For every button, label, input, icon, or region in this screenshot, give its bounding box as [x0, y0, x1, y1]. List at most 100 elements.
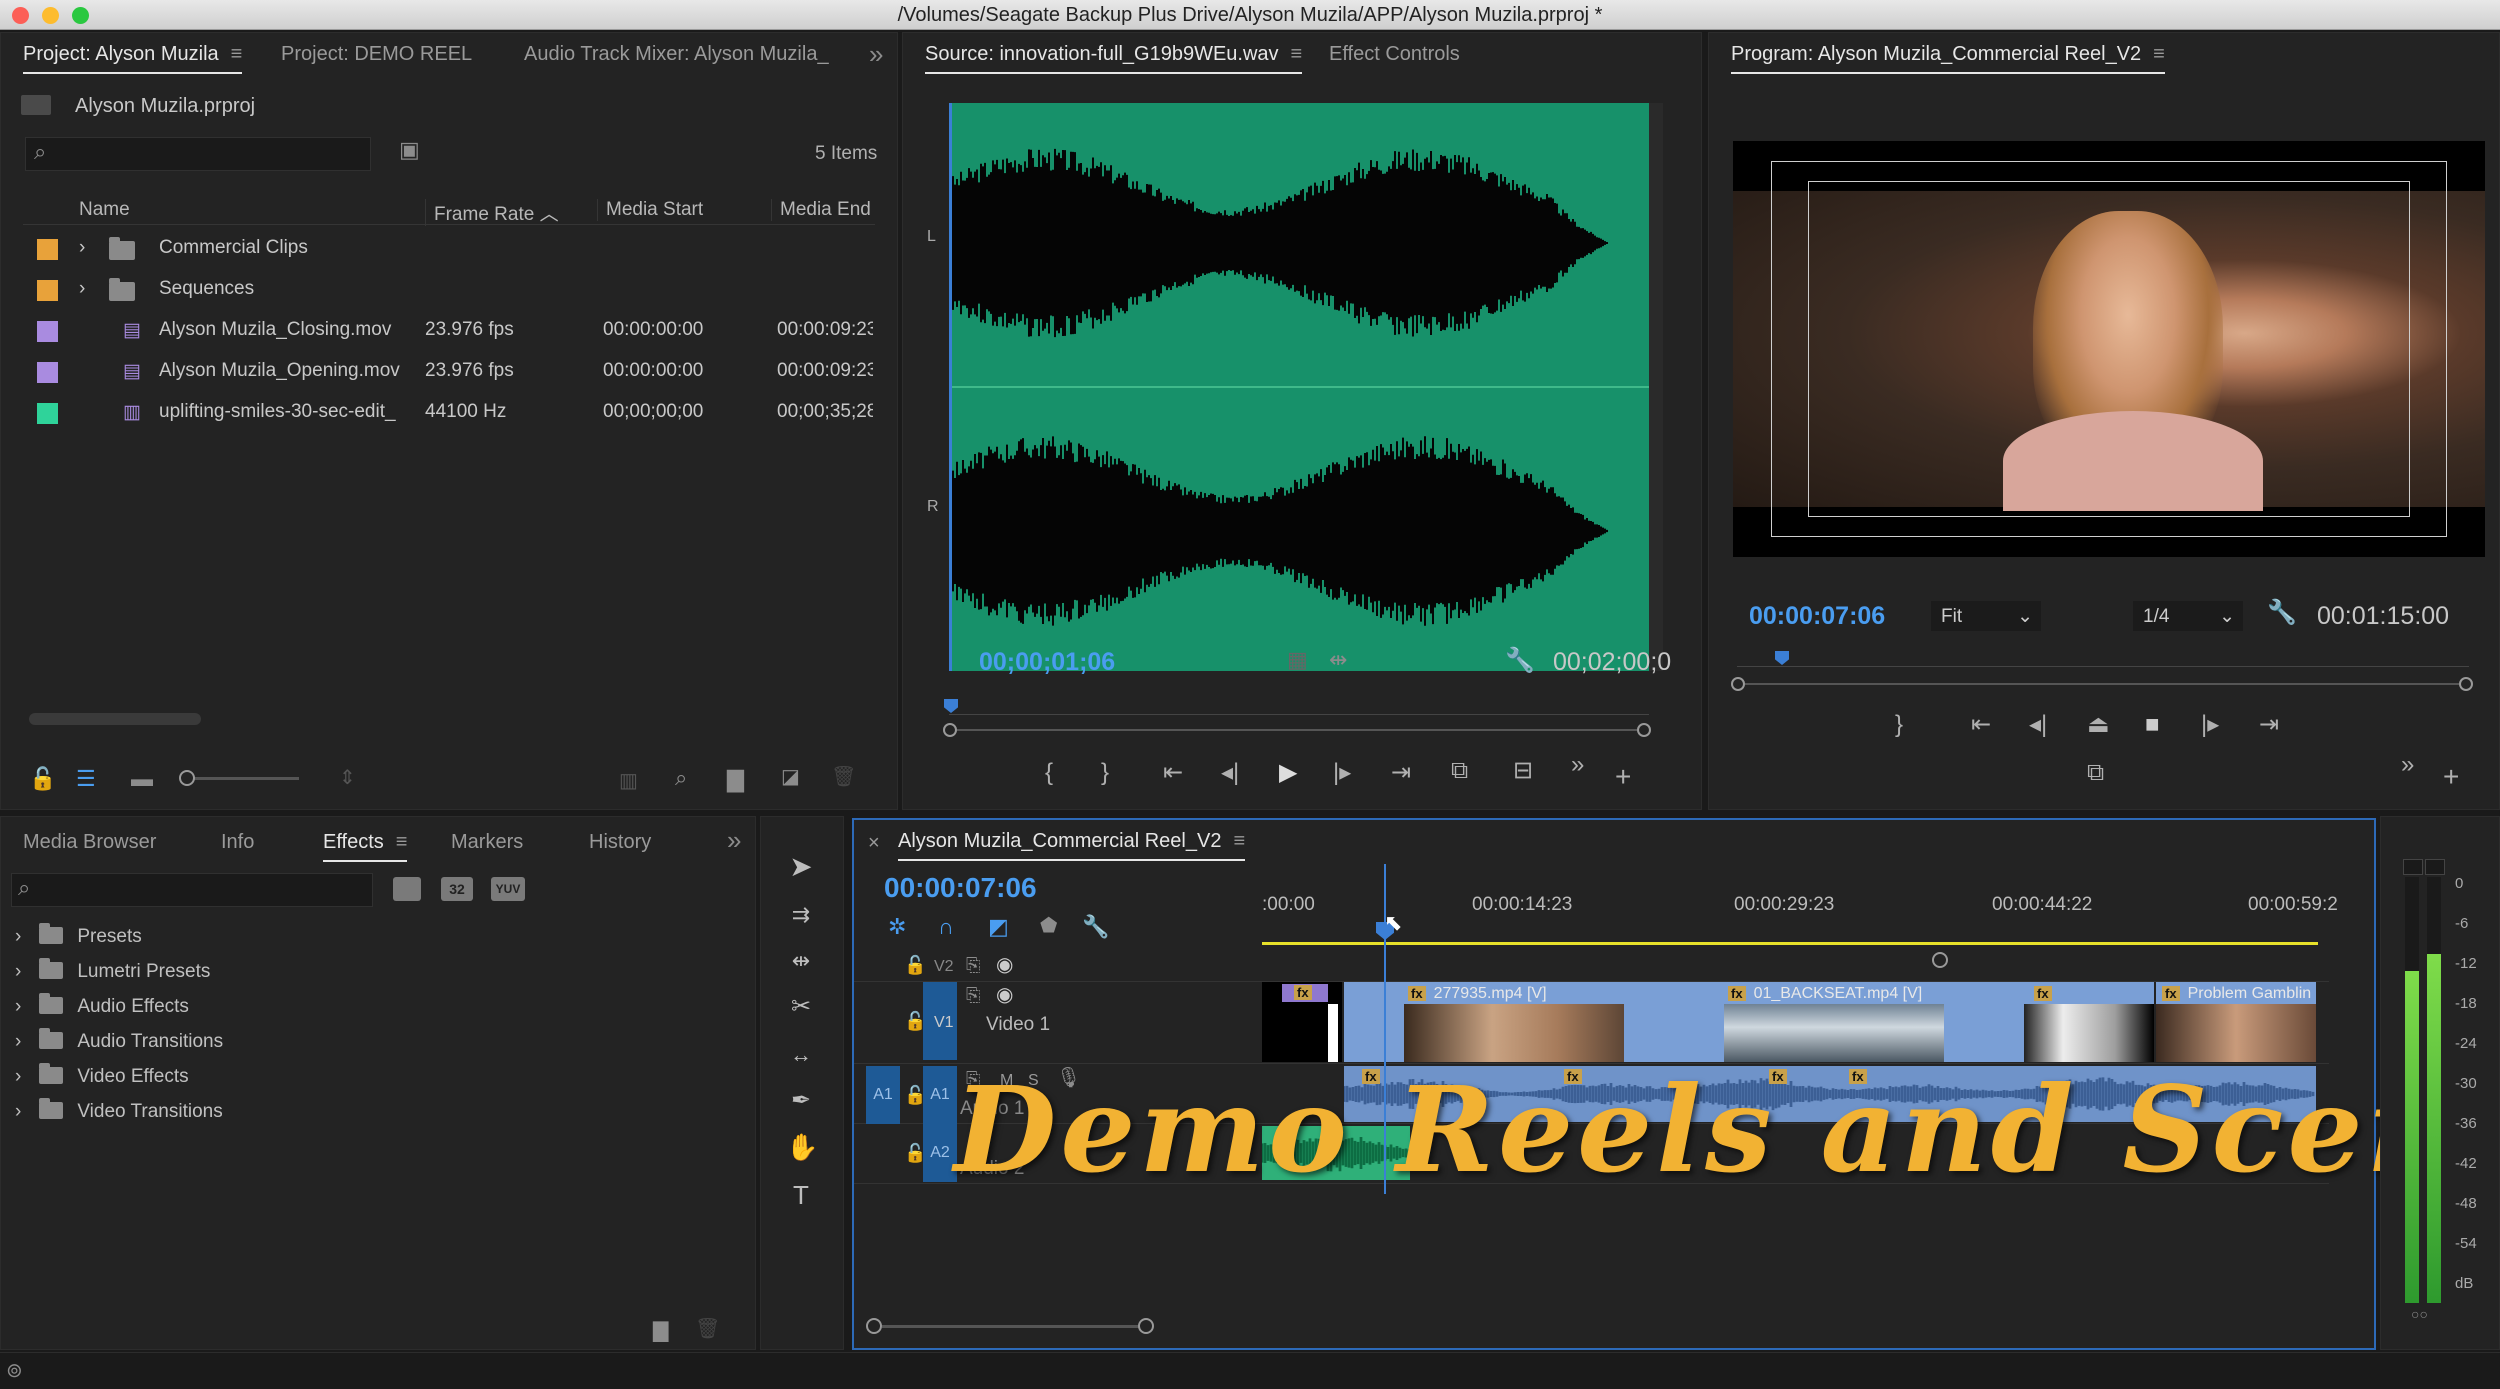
zoom-level-select[interactable]: Fit ⌄: [1931, 601, 2041, 631]
tab-audio-track-mixer[interactable]: Audio Track Mixer: Alyson Muzila_C: [524, 43, 829, 66]
source-zoom-start-handle[interactable]: [943, 723, 957, 737]
source-zoom-bar[interactable]: [957, 729, 1637, 731]
project-item-row[interactable]: ▥ uplifting-smiles-30-sec-edit_ 44100 Hz 00…: [23, 391, 875, 432]
disclosure-triangle-icon[interactable]: ›: [15, 1101, 21, 1122]
sync-lock-icon[interactable]: ⎘: [966, 986, 980, 1004]
ripple-edit-tool-icon[interactable]: ⇹: [786, 946, 816, 976]
solo-meter-buttons[interactable]: ○○: [2411, 1307, 2428, 1321]
go-to-in-button[interactable]: ⇤: [1971, 713, 1991, 737]
track-a1-target[interactable]: A1: [923, 1066, 957, 1124]
more-panels-icon[interactable]: »: [727, 827, 741, 853]
waveform-scrollbar[interactable]: [1649, 103, 1663, 671]
clip-indicator-left[interactable]: [2403, 859, 2423, 875]
source-patch-a1[interactable]: A1: [866, 1066, 900, 1124]
disclosure-triangle-icon[interactable]: ›: [79, 278, 85, 300]
source-playhead[interactable]: [949, 103, 952, 671]
program-time-ruler[interactable]: [1737, 651, 2469, 667]
label-color-swatch[interactable]: [37, 280, 58, 301]
tab-history[interactable]: History: [589, 831, 651, 854]
mark-out-button[interactable]: }: [1101, 761, 1109, 785]
video-clip[interactable]: fx 277935.mp4 [V] fx 01_BACKSEAT.mp4 [V] f…: [1344, 982, 2154, 1062]
timeline-zoom-start-handle[interactable]: [866, 1318, 882, 1334]
column-media-start[interactable]: Media Start: [597, 199, 703, 221]
zoom-slider-handle[interactable]: [179, 770, 195, 786]
go-to-out-button[interactable]: ⇥: [1391, 761, 1411, 785]
sync-lock-icon[interactable]: ⎘: [966, 956, 980, 974]
effects-search-input[interactable]: ⌕: [11, 873, 373, 907]
button-editor-plus-icon[interactable]: +: [1615, 763, 1631, 791]
video-clip[interactable]: fx: [1262, 982, 1342, 1062]
go-to-in-button[interactable]: ⇤: [1163, 761, 1183, 785]
icon-view-icon[interactable]: ▬: [131, 768, 153, 790]
disclosure-triangle-icon[interactable]: ›: [15, 1066, 21, 1087]
effects-folder-item[interactable]: › Video Transitions: [15, 1098, 223, 1123]
panel-menu-icon[interactable]: ≡: [2153, 43, 2165, 66]
zoom-window-button[interactable]: [72, 7, 89, 24]
lock-icon[interactable]: 🔓: [29, 768, 56, 790]
project-item-row[interactable]: ▤ Alyson Muzila_Opening.mov 23.976 fps 00:0…: [23, 350, 875, 391]
effects-folder-item[interactable]: › Video Effects: [15, 1063, 189, 1088]
program-zoom-start-handle[interactable]: [1731, 677, 1745, 691]
toggle-output-eye-icon[interactable]: ◉: [996, 955, 1013, 975]
project-item-row[interactable]: ▤ Alyson Muzila_Closing.mov 23.976 fps 00:0…: [23, 309, 875, 350]
program-zoom-bar[interactable]: [1745, 683, 2459, 685]
button-editor-plus-icon[interactable]: +: [2443, 763, 2459, 791]
lock-track-icon[interactable]: 🔓: [904, 1012, 926, 1030]
tab-markers[interactable]: Markers: [451, 831, 523, 854]
go-to-out-button[interactable]: ⇥: [2259, 713, 2279, 737]
list-view-icon[interactable]: ☰: [76, 768, 96, 790]
tab-sequence[interactable]: Alyson Muzila_Commercial Reel_V2 ≡: [898, 830, 1246, 861]
effects-folder-item[interactable]: › Audio Transitions: [15, 1028, 223, 1053]
yuv-effects-icon[interactable]: YUV: [491, 877, 525, 901]
effects-folder-item[interactable]: › Lumetri Presets: [15, 958, 210, 983]
export-frame-button[interactable]: ⧉: [2087, 761, 2104, 785]
clear-icon[interactable]: 🗑: [831, 767, 856, 787]
timeline-ruler[interactable]: :00:00 00:00:14:23 00:00:29:23 00:00:44:…: [1262, 874, 2342, 918]
resolution-select[interactable]: 1/4 ⌄: [2133, 601, 2243, 631]
effects-folder-item[interactable]: › Presets: [15, 923, 142, 948]
disclosure-triangle-icon[interactable]: ›: [15, 996, 21, 1017]
tab-effect-controls[interactable]: Effect Controls: [1329, 43, 1460, 66]
program-playhead-marker[interactable]: [1775, 651, 1789, 665]
zoom-slider[interactable]: [179, 770, 299, 786]
disclosure-triangle-icon[interactable]: ›: [15, 1031, 21, 1052]
step-back-button[interactable]: ◂|: [1221, 761, 1239, 785]
tab-effects[interactable]: Effects ≡: [323, 831, 408, 862]
nest-toggle-icon[interactable]: ✲: [888, 916, 906, 938]
column-frame-rate[interactable]: Frame Rate ︿: [425, 199, 559, 226]
slip-tool-icon[interactable]: ↔: [786, 1040, 816, 1070]
program-current-time[interactable]: 00:00:07:06: [1749, 602, 1885, 631]
close-sequence-icon[interactable]: ×: [868, 832, 880, 855]
new-item-icon[interactable]: ◪: [781, 767, 800, 787]
stop-button[interactable]: ■: [2145, 713, 2160, 737]
minimize-window-button[interactable]: [42, 7, 59, 24]
mark-out-button[interactable]: }: [1895, 713, 1903, 737]
disclosure-triangle-icon[interactable]: ›: [15, 961, 21, 982]
more-panels-icon[interactable]: »: [869, 41, 883, 67]
track-a2-target[interactable]: A2: [923, 1124, 957, 1182]
program-video-frame[interactable]: [1733, 141, 2485, 557]
find-icon[interactable]: ⌕: [675, 767, 687, 789]
panel-menu-icon[interactable]: ≡: [1233, 830, 1245, 853]
insert-button[interactable]: ⧉: [1451, 759, 1468, 783]
type-tool-icon[interactable]: T: [786, 1180, 816, 1210]
source-time-ruler[interactable]: [944, 699, 1649, 715]
add-marker-icon[interactable]: ⬟: [1040, 916, 1057, 936]
timeline-settings-wrench-icon[interactable]: 🔧: [1082, 916, 1109, 938]
mark-in-button[interactable]: {: [1045, 761, 1053, 785]
clip-indicator-right[interactable]: [2425, 859, 2445, 875]
snap-magnet-icon[interactable]: ∩: [938, 916, 954, 938]
step-forward-button[interactable]: |▸: [2201, 713, 2219, 737]
razor-tool-icon[interactable]: ✂: [786, 992, 816, 1022]
label-color-swatch[interactable]: [37, 239, 58, 260]
video-clip[interactable]: fx Problem Gamblin: [2156, 982, 2316, 1062]
tab-program[interactable]: Program: Alyson Muzila_Commercial Reel_V…: [1731, 43, 2165, 74]
source-zoom-end-handle[interactable]: [1637, 723, 1651, 737]
automate-to-sequence-icon[interactable]: ▥: [619, 771, 638, 791]
settings-wrench-icon[interactable]: 🔧: [2267, 601, 2297, 625]
source-playhead-marker[interactable]: [944, 699, 958, 713]
32-bit-effects-icon[interactable]: 32: [441, 877, 473, 901]
column-media-end[interactable]: Media End: [771, 199, 871, 221]
new-bin-icon[interactable]: ▇: [727, 769, 744, 791]
more-buttons-icon[interactable]: »: [2401, 753, 2414, 777]
